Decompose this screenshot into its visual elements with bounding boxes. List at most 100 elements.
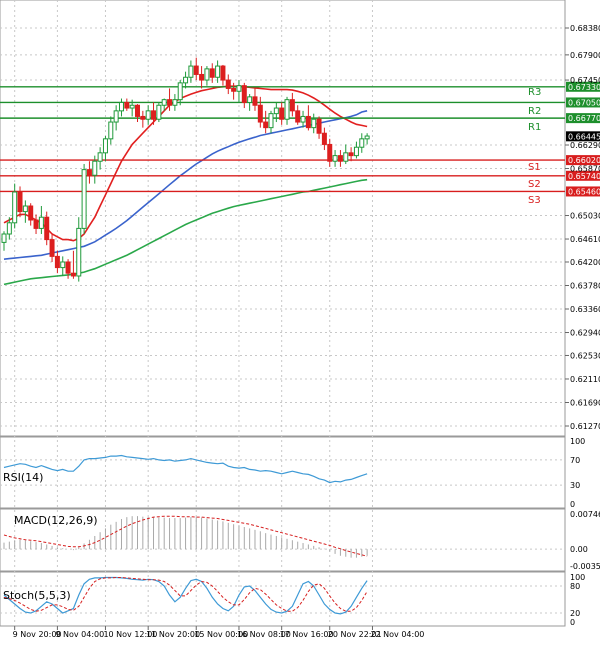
candle-body [332, 155, 338, 162]
candle-body [225, 79, 231, 89]
candle-body [305, 115, 311, 129]
candle-body [311, 118, 317, 129]
current-price-label: 0.66445 [568, 132, 600, 141]
candle-body [220, 65, 226, 81]
price-axis-layer: 0.68380 0.67900 0.67450 0.66290 0.65870 0.650… [565, 24, 600, 431]
level-s1-label: S1 [528, 162, 541, 173]
candle-body [17, 191, 23, 213]
candle-body [199, 73, 205, 81]
stoch-tick-label: 20 [570, 609, 580, 618]
candle-body [268, 113, 274, 129]
candle-body [257, 104, 263, 123]
candle-body [252, 96, 258, 106]
candle-body [188, 65, 194, 78]
candle-body [92, 160, 98, 176]
candle-body [279, 107, 285, 120]
candle-body [364, 135, 370, 140]
time-axis-layer: 9 Nov 20:009 Nov 04:00 10 Nov 12:0011 Nov… [13, 626, 424, 639]
candle [81, 164, 87, 234]
macd-tick-label: 0.00 [570, 545, 588, 554]
candle-body [209, 68, 215, 78]
price-tick-label: 0.67900 [570, 51, 600, 60]
price-tick-label: 0.63360 [570, 305, 600, 314]
candle-body [177, 82, 183, 101]
candle-body [151, 110, 157, 120]
rsi-tick-label: 70 [570, 456, 580, 465]
candle-body [12, 191, 18, 224]
time-tick-label: 17 Nov 16:00 [280, 630, 334, 639]
price-tick-label: 0.67450 [570, 76, 600, 85]
time-tick-label: 9 Nov 04:00 [55, 630, 104, 639]
time-tick-label: 11 Nov 20:00 [146, 630, 200, 639]
level-r1-label: R1 [528, 122, 541, 133]
candle-body [337, 155, 343, 162]
candle-body [215, 65, 221, 78]
candle-body [65, 261, 71, 274]
price-tick-label: 0.65870 [570, 165, 600, 174]
candle-body [108, 121, 114, 140]
stoch-label: Stoch(5,5,3) [3, 589, 71, 602]
candle-body [135, 104, 140, 117]
price-tick-label: 0.63780 [570, 281, 600, 290]
rsi-tick-label: 0 [570, 500, 575, 509]
stoch-tick-label: 100 [570, 573, 585, 582]
candle-body [54, 255, 60, 269]
candle-body [156, 104, 162, 120]
candle-body [102, 138, 108, 154]
price-tick-label: 0.64610 [570, 235, 600, 244]
price-tick-label: 0.61270 [570, 422, 600, 431]
candle-body [118, 101, 124, 112]
candle-body [343, 152, 349, 162]
candle-body [231, 87, 237, 92]
level-price-label-s3: 0.65460 [568, 187, 600, 196]
macd-tick-label: 0.007464 [570, 510, 600, 519]
candle-body [241, 85, 247, 103]
candle-body [49, 239, 55, 257]
macd-label: MACD(12,26,9) [14, 514, 98, 527]
candle-body [28, 205, 34, 221]
candle-body [183, 76, 189, 84]
candle-body [348, 152, 354, 157]
level-s3-label: S3 [528, 195, 541, 206]
rsi-tick-label: 100 [570, 437, 585, 446]
stoch-tick-label: 80 [570, 582, 580, 591]
candle-body [236, 85, 242, 92]
candle-body [86, 169, 92, 176]
stoch-tick-label: 0 [570, 618, 575, 627]
candle-body [140, 115, 146, 120]
price-tick-label: 0.68380 [570, 24, 600, 33]
candle-body [145, 110, 151, 120]
candle-body [70, 272, 76, 277]
candle-body [204, 68, 210, 81]
level-price-label-r1: 0.66770 [568, 114, 600, 123]
candle-body [113, 110, 119, 123]
candle-body [76, 227, 82, 277]
candle-body [22, 205, 28, 213]
candle-body [263, 121, 269, 129]
rsi-tick-label: 30 [570, 481, 580, 490]
candle-body [129, 104, 135, 109]
stoch-panel [0, 571, 566, 627]
price-tick-label: 0.62530 [570, 351, 600, 360]
candle-body [316, 118, 322, 134]
price-tick-label: 0.64200 [570, 258, 600, 267]
candle-body [124, 101, 130, 109]
level-s2-label: S2 [528, 179, 541, 190]
price-tick-label: 0.65030 [570, 212, 600, 221]
candle-body [327, 143, 333, 162]
candle-body [1, 233, 7, 243]
time-tick-label: 9 Nov 20:00 [13, 630, 62, 639]
chart-svg: 0.673300.670500.667700.660200.657400.654… [0, 0, 600, 639]
candle-body [359, 138, 365, 148]
candle-body [44, 216, 50, 241]
price-tick-label: 0.61690 [570, 398, 600, 407]
level-r2-label: R2 [528, 106, 541, 117]
price-tick-label: 0.62110 [570, 375, 600, 384]
candle-body [300, 115, 306, 123]
candle-body [321, 132, 327, 145]
candle-body [289, 99, 295, 112]
candle-body [161, 99, 167, 106]
candle-body [193, 65, 199, 75]
candle-body [33, 219, 39, 229]
candle-body [273, 107, 279, 115]
